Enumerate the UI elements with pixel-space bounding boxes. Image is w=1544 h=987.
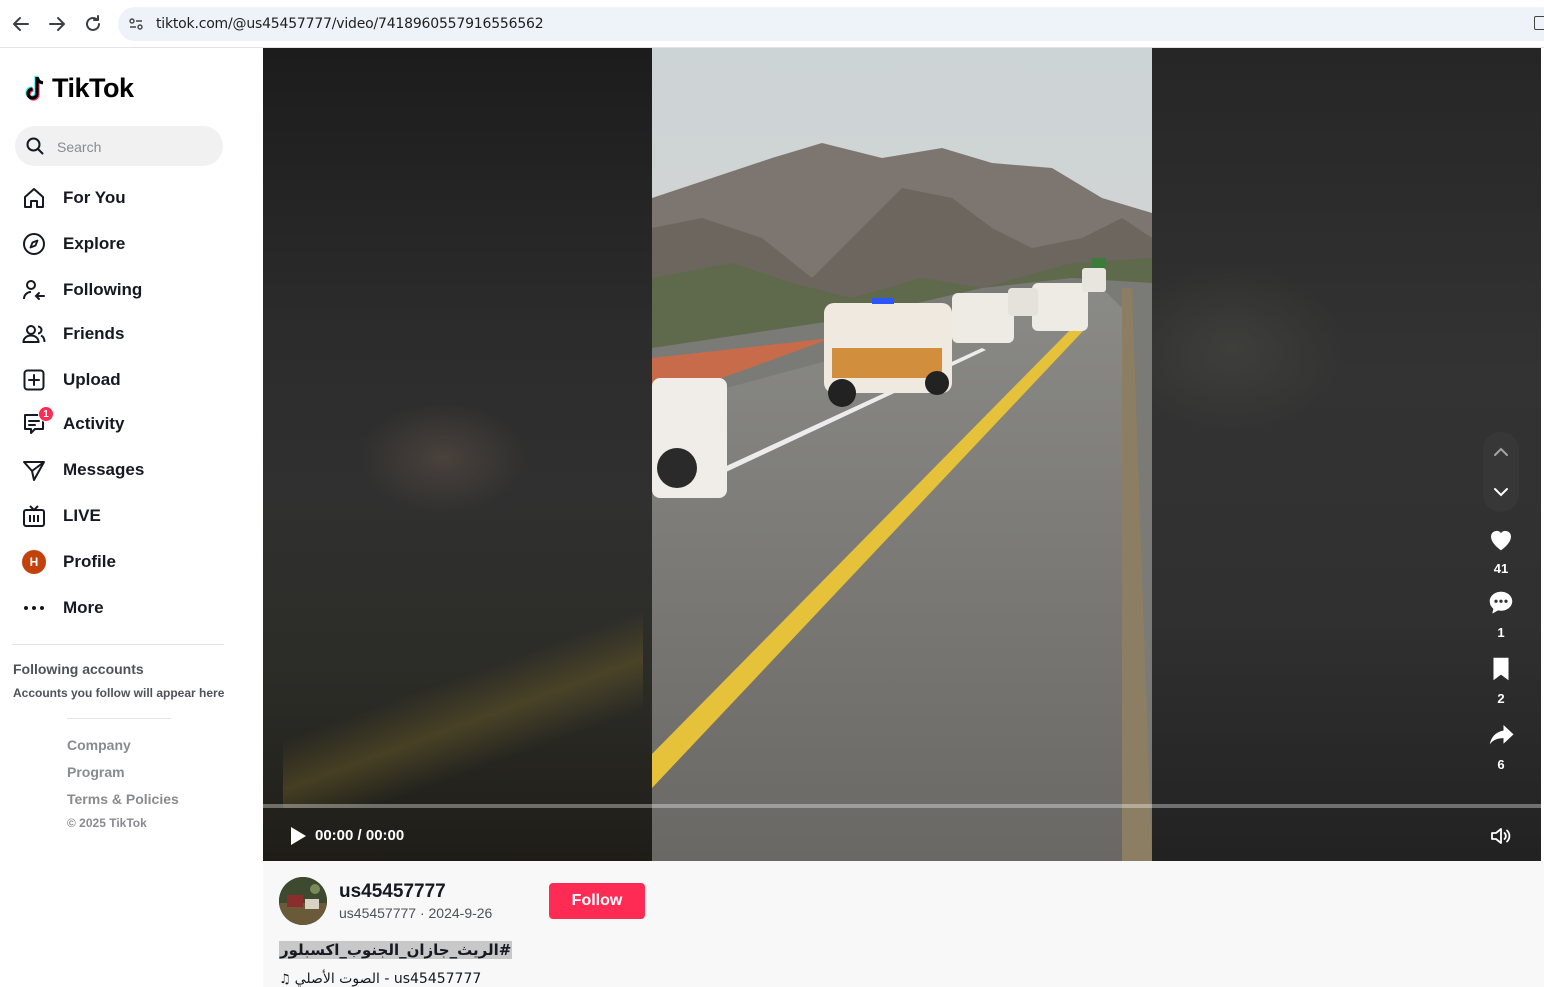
volume-icon[interactable] — [1489, 824, 1513, 848]
divider — [67, 718, 171, 719]
nav-label: Upload — [63, 370, 121, 389]
avatar: H — [22, 550, 46, 574]
notification-badge: 1 — [38, 406, 54, 422]
footer-link-program[interactable]: Program — [67, 764, 125, 780]
divider — [12, 644, 224, 645]
nav-label: Following — [63, 280, 143, 299]
profile-avatar-wrap: H — [22, 550, 46, 574]
author-meta: us45457777 · 2024-9-26 — [339, 905, 493, 921]
forward-arrow-icon[interactable] — [45, 12, 69, 36]
like-button[interactable]: 41 — [1481, 524, 1521, 576]
url-text[interactable]: tiktok.com/@us45457777/video/74189605579… — [156, 16, 544, 32]
nav-label: Profile — [63, 552, 116, 571]
back-arrow-icon[interactable] — [9, 12, 33, 36]
home-icon — [22, 186, 46, 210]
nav-more[interactable]: More — [12, 588, 222, 628]
nav-profile[interactable]: H Profile — [12, 542, 222, 582]
music-link[interactable]: ♫ الصوت الأصلي - us45457777 — [279, 971, 481, 987]
chevron-up-icon[interactable] — [1491, 442, 1511, 462]
save-count: 2 — [1497, 691, 1505, 706]
nav-friends[interactable]: Friends — [12, 314, 222, 354]
logo-text: TikTok — [52, 73, 134, 103]
tiktok-note-icon — [25, 75, 44, 101]
nav-messages[interactable]: Messages — [12, 450, 222, 490]
plus-square-icon — [22, 368, 46, 392]
nav-live[interactable]: LIVE — [12, 496, 222, 536]
friends-icon — [22, 322, 46, 346]
live-tv-icon — [22, 504, 46, 528]
nav-label: More — [63, 598, 104, 617]
nav-explore[interactable]: Explore — [12, 224, 222, 264]
sidebar: TikTok For You Explore Following Friends… — [0, 48, 263, 987]
compass-icon — [22, 232, 46, 256]
comment-button[interactable]: 1 — [1481, 588, 1521, 640]
share-button[interactable]: 6 — [1481, 720, 1521, 772]
hashtag-link[interactable]: #الريث_جازان_الجنوب_اكسبلور — [279, 941, 513, 959]
window-icon[interactable] — [1534, 16, 1544, 30]
nav-label: Messages — [63, 460, 145, 479]
nav-label: LIVE — [63, 506, 101, 525]
nav-label: Friends — [63, 324, 125, 343]
nav-label: For You — [63, 188, 126, 207]
video-nav-controls — [1483, 432, 1519, 512]
comment-icon — [1489, 591, 1513, 614]
nav-for-you[interactable]: For You — [12, 178, 222, 218]
send-icon — [22, 458, 46, 482]
bookmark-icon — [1493, 657, 1509, 681]
inbox-icon: 1 — [22, 406, 54, 436]
more-icon — [22, 596, 46, 620]
search-input[interactable] — [55, 126, 219, 168]
user-follow-icon — [22, 278, 46, 302]
play-icon[interactable] — [285, 824, 309, 848]
heart-icon — [1491, 530, 1511, 551]
post-info: us45457777 us45457777 · 2024-9-26 Follow… — [263, 861, 1544, 987]
comment-count: 1 — [1497, 625, 1505, 640]
share-count: 6 — [1497, 757, 1505, 772]
footer-link-company[interactable]: Company — [67, 737, 131, 753]
nav-following[interactable]: Following — [12, 270, 222, 310]
nav-activity[interactable]: 1 Activity — [12, 404, 222, 444]
video-player[interactable]: 41 1 2 6 00:00 / 00:00 — [263, 48, 1541, 861]
chevron-down-icon[interactable] — [1491, 482, 1511, 502]
share-arrow-icon — [1489, 725, 1514, 745]
site-settings-icon[interactable] — [128, 16, 144, 32]
search-box[interactable] — [15, 126, 223, 168]
browser-toolbar: tiktok.com/@us45457777/video/74189605579… — [0, 0, 1544, 48]
tiktok-logo[interactable]: TikTok — [22, 73, 134, 104]
save-button[interactable]: 2 — [1481, 654, 1521, 706]
video-progress-bar[interactable] — [263, 804, 1541, 808]
video-blur-background-left — [263, 48, 652, 861]
video-time: 00:00 / 00:00 — [315, 827, 405, 844]
nav-label: Activity — [63, 414, 125, 433]
author-avatar[interactable] — [279, 877, 327, 925]
nav-label: Explore — [63, 234, 126, 253]
search-icon[interactable] — [26, 137, 44, 155]
following-accounts-subtitle: Accounts you follow will appear here — [13, 686, 225, 700]
music-title: الصوت الأصلي - us45457777 — [294, 971, 482, 987]
like-count: 41 — [1493, 561, 1509, 576]
author-username[interactable]: us45457777 — [339, 881, 446, 903]
video-frame[interactable] — [652, 48, 1152, 861]
address-bar[interactable]: tiktok.com/@us45457777/video/74189605579… — [118, 7, 1544, 41]
footer-link-terms[interactable]: Terms & Policies — [67, 791, 179, 807]
follow-button[interactable]: Follow — [549, 883, 645, 919]
music-note-icon: ♫ — [279, 971, 291, 987]
author-avatar-image — [279, 877, 327, 925]
following-accounts-title: Following accounts — [13, 661, 144, 677]
copyright: © 2025 TikTok — [67, 816, 147, 830]
nav-upload[interactable]: Upload — [12, 360, 222, 400]
reload-icon[interactable] — [81, 12, 105, 36]
